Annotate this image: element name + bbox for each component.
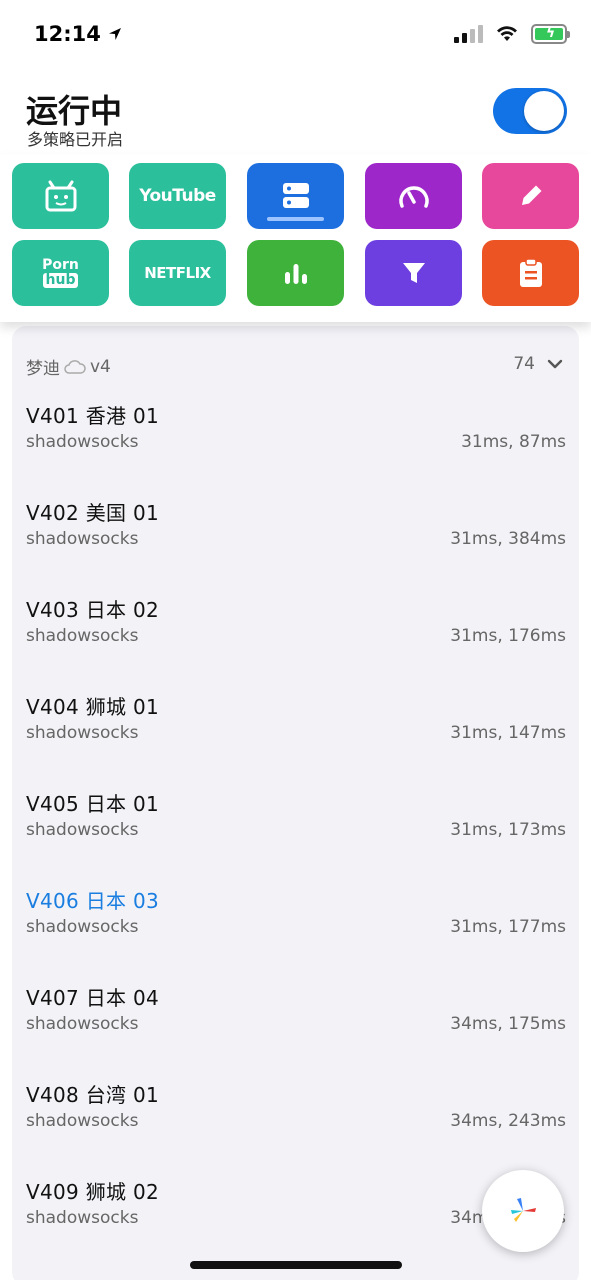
pinwheel-logo-icon bbox=[511, 1198, 536, 1222]
server-row[interactable]: V407 日本 04 shadowsocks 34ms, 175ms bbox=[26, 982, 566, 1079]
tile-clipboard[interactable] bbox=[482, 240, 579, 306]
server-count: 74 bbox=[513, 354, 535, 374]
home-indicator[interactable] bbox=[190, 1261, 402, 1269]
pornhub-label-top: Porn bbox=[42, 257, 79, 273]
server-latency: 31ms, 177ms bbox=[450, 917, 566, 937]
server-protocol: shadowsocks bbox=[26, 626, 139, 646]
server-latency: 34ms, 243ms bbox=[450, 1111, 566, 1131]
server-protocol: shadowsocks bbox=[26, 820, 139, 840]
cloud-icon bbox=[64, 359, 86, 374]
speedometer-icon bbox=[398, 186, 429, 208]
server-latency: 31ms, 87ms bbox=[461, 432, 566, 452]
tile-server[interactable] bbox=[247, 163, 344, 229]
server-protocol: shadowsocks bbox=[26, 1111, 139, 1131]
server-name: V407 日本 04 bbox=[26, 986, 160, 1010]
wifi-icon bbox=[497, 26, 517, 41]
server-list-panel: 梦迪 v4 74 V401 香港 01 shadowsocks 31ms, 87… bbox=[12, 326, 579, 1280]
chevron-down-icon bbox=[547, 359, 563, 369]
clipboard-icon bbox=[519, 258, 542, 287]
status-time: 12:14 bbox=[34, 22, 101, 46]
server-latency: 31ms, 173ms bbox=[450, 820, 566, 840]
group-header[interactable]: 梦迪 v4 bbox=[26, 354, 111, 380]
tv-face-icon bbox=[45, 180, 76, 212]
tile-filter[interactable] bbox=[365, 240, 462, 306]
server-row[interactable]: V408 台湾 01 shadowsocks 34ms, 243ms bbox=[26, 1079, 566, 1176]
group-version: v4 bbox=[90, 356, 111, 377]
server-row[interactable]: V403 日本 02 shadowsocks 31ms, 176ms bbox=[26, 594, 566, 691]
server-protocol: shadowsocks bbox=[26, 529, 139, 549]
server-latency: 31ms, 384ms bbox=[450, 529, 566, 549]
filter-icon bbox=[402, 263, 425, 283]
tile-youtube[interactable]: YouTube bbox=[129, 163, 226, 229]
netflix-label: NETFLIX bbox=[144, 264, 211, 282]
server-latency: 34ms, 175ms bbox=[450, 1014, 566, 1034]
server-name: V403 日本 02 bbox=[26, 598, 160, 622]
status-indicators: ϟ bbox=[454, 24, 570, 44]
bar-chart-icon bbox=[284, 264, 307, 284]
toggle-knob bbox=[524, 91, 564, 131]
server-latency: 31ms, 176ms bbox=[450, 626, 566, 646]
server-name: V405 日本 01 bbox=[26, 792, 160, 816]
server-name: V402 美国 01 bbox=[26, 501, 160, 525]
pornhub-logo: Porn hub bbox=[42, 258, 79, 288]
status-time-group: 12:14 bbox=[34, 22, 123, 46]
pencil-icon bbox=[521, 185, 541, 205]
server-row[interactable]: V401 香港 01 shadowsocks 31ms, 87ms bbox=[26, 400, 566, 497]
tile-pornhub[interactable]: Porn hub bbox=[12, 240, 109, 306]
server-name: V406 日本 03 bbox=[26, 889, 160, 913]
server-name: V401 香港 01 bbox=[26, 404, 160, 428]
group-count-toggle[interactable]: 74 bbox=[513, 354, 563, 374]
server-latency: 31ms, 147ms bbox=[450, 723, 566, 743]
tile-edit[interactable] bbox=[482, 163, 579, 229]
pornhub-label-bottom: hub bbox=[42, 273, 79, 288]
server-row[interactable]: V405 日本 01 shadowsocks 31ms, 173ms bbox=[26, 788, 566, 885]
battery-icon: ϟ bbox=[531, 24, 570, 44]
group-name: 梦迪 bbox=[26, 359, 60, 379]
location-arrow-icon bbox=[108, 28, 121, 40]
server-row[interactable]: V404 狮城 01 shadowsocks 31ms, 147ms bbox=[26, 691, 566, 788]
server-row[interactable]: V402 美国 01 shadowsocks 31ms, 384ms bbox=[26, 497, 566, 594]
server-protocol: shadowsocks bbox=[26, 1208, 139, 1228]
tile-netflix[interactable]: NETFLIX bbox=[129, 240, 226, 306]
server-protocol: shadowsocks bbox=[26, 432, 139, 452]
tile-stats[interactable] bbox=[247, 240, 344, 306]
server-protocol: shadowsocks bbox=[26, 723, 139, 743]
server-row-active[interactable]: V406 日本 03 shadowsocks 31ms, 177ms bbox=[26, 885, 566, 982]
tile-bilibili[interactable] bbox=[12, 163, 109, 229]
policy-tiles: YouTube Porn hub NETFLIX bbox=[0, 154, 591, 322]
server-name: V408 台湾 01 bbox=[26, 1083, 160, 1107]
run-toggle[interactable] bbox=[493, 88, 567, 134]
selected-indicator bbox=[267, 217, 324, 221]
server-name: V409 狮城 02 bbox=[26, 1180, 160, 1204]
page-subtitle: 多策略已开启 bbox=[27, 130, 124, 149]
server-icon bbox=[282, 183, 309, 208]
server-protocol: shadowsocks bbox=[26, 1014, 139, 1034]
youtube-label: YouTube bbox=[139, 186, 216, 206]
server-name: V404 狮城 01 bbox=[26, 695, 160, 719]
tile-speed[interactable] bbox=[365, 163, 462, 229]
status-bar: 12:14 ϟ bbox=[0, 0, 591, 70]
cellular-signal-icon bbox=[454, 25, 483, 43]
server-protocol: shadowsocks bbox=[26, 917, 139, 937]
app-logo-button[interactable] bbox=[482, 1170, 564, 1252]
